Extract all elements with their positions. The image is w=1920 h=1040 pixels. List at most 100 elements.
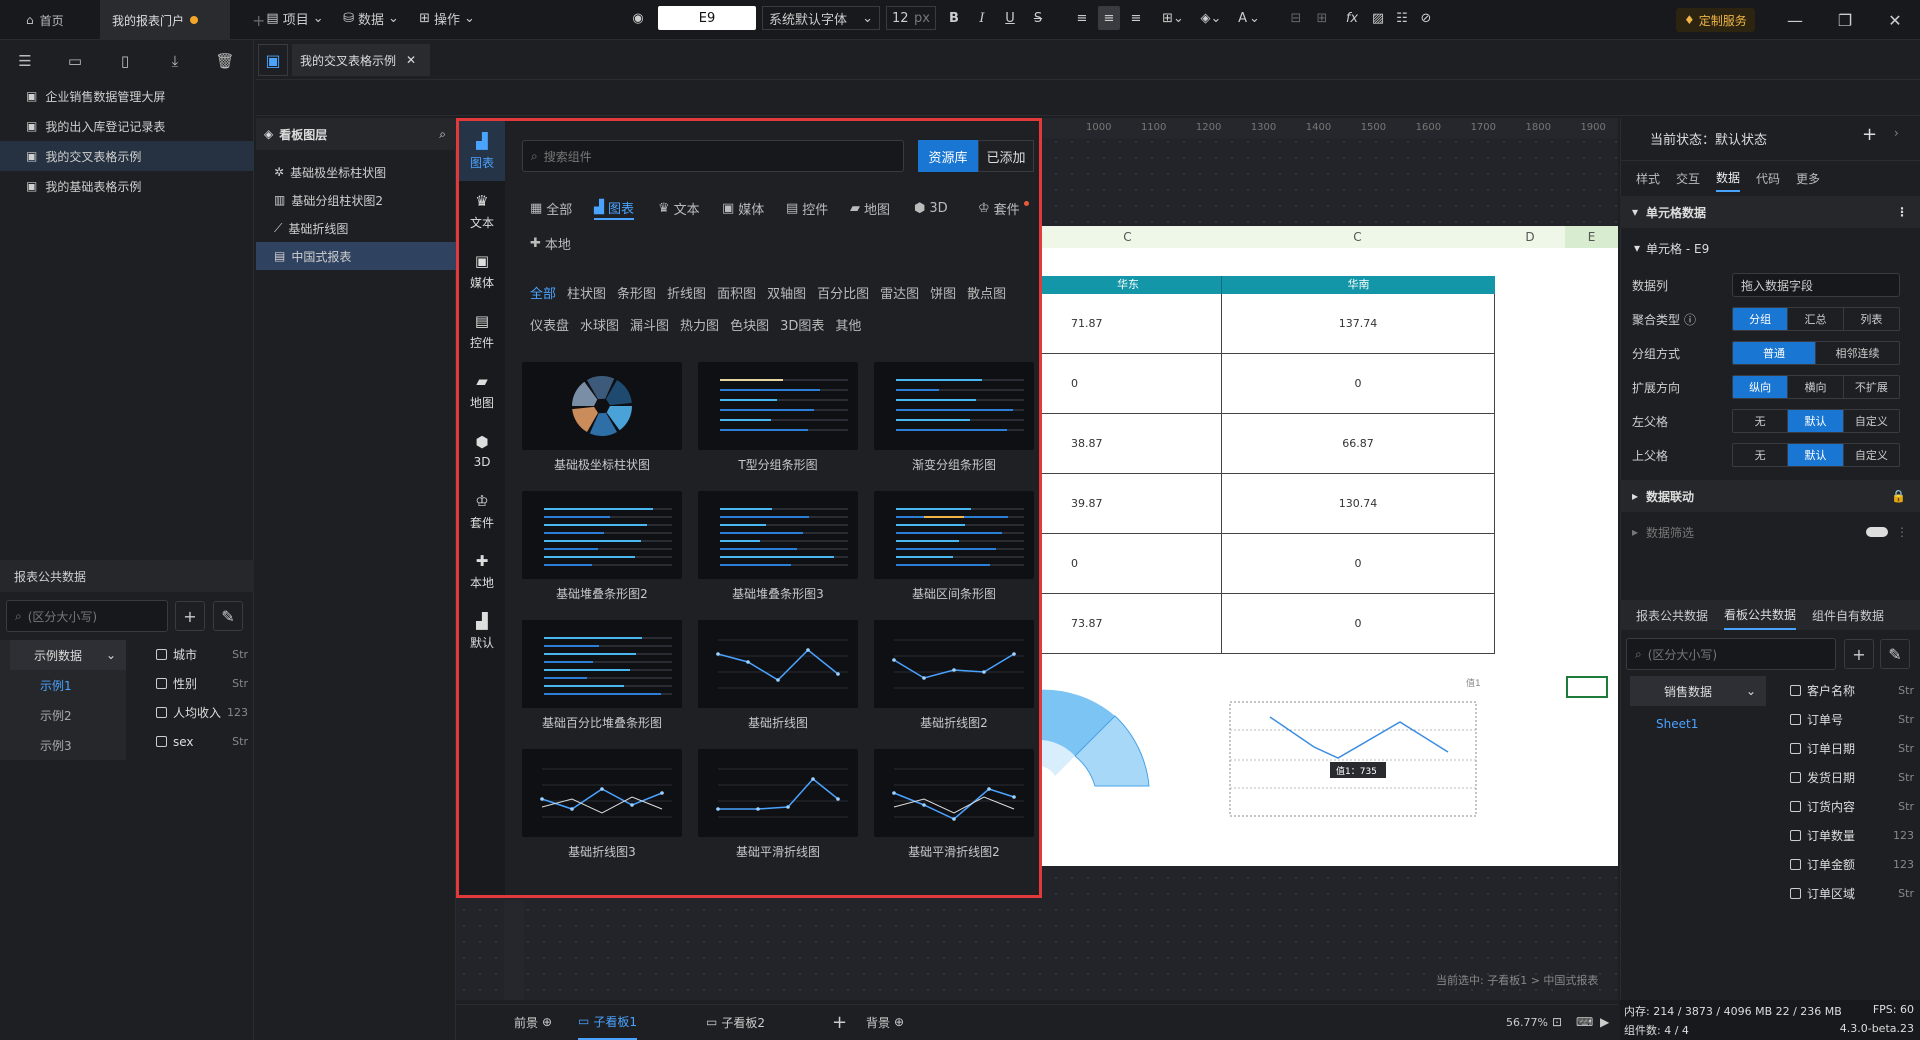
category-default[interactable]: ▟ 默认 (459, 601, 505, 661)
board-field-item[interactable]: 订单数量 123 (1790, 821, 1914, 850)
board-field-item[interactable]: 订单号 Str (1790, 705, 1914, 734)
subcategory-tab[interactable]: 漏斗图 (630, 312, 669, 336)
table-cell[interactable]: 0 (1221, 594, 1495, 653)
underline-button[interactable]: U (1000, 6, 1020, 30)
public-data-search[interactable]: ⌕ (区分大小写) (6, 600, 168, 632)
filter-tab-map[interactable]: ▰ 地图 (850, 196, 890, 220)
align-center-icon[interactable]: ≡ (1098, 6, 1120, 30)
image-icon[interactable]: ▨ (1368, 6, 1388, 30)
category-map[interactable]: ▰ 地图 (459, 361, 505, 421)
subcategory-tab[interactable]: 折线图 (667, 280, 706, 304)
left-parent-custom[interactable]: 自定义 (1844, 410, 1899, 432)
component-card[interactable]: 基础折线图3 (522, 749, 682, 872)
subcategory-tab[interactable]: 柱状图 (567, 280, 606, 304)
group-adjacent-option[interactable]: 相邻连续 (1816, 342, 1899, 364)
table-cell[interactable]: 130.74 (1221, 474, 1495, 533)
formula-button[interactable]: fx (1342, 6, 1362, 30)
field-item[interactable]: 性别 Str (156, 669, 248, 698)
expand-vertical-option[interactable]: 纵向 (1733, 376, 1789, 398)
tab-sub-board-1[interactable]: ▭ 子看板1 (578, 1004, 637, 1040)
edit-board-dataset-button[interactable]: ✎ (1880, 639, 1910, 669)
new-file-icon[interactable]: ▯ (100, 52, 150, 70)
download-icon[interactable]: ⤓ (150, 52, 200, 70)
table-cell[interactable]: 0 (1035, 534, 1221, 593)
field-item[interactable]: 城市 Str (156, 640, 248, 669)
restore-icon[interactable]: ❐ (1822, 0, 1868, 40)
tab-background[interactable]: 背景 ⊕ (866, 1004, 904, 1040)
sidebar-item-sales-dashboard[interactable]: ▣ 企业销售数据管理大屏 (0, 81, 254, 111)
add-circle-icon[interactable]: ⊕ (894, 1015, 904, 1029)
fill-color-icon[interactable]: ◈⌄ (1196, 6, 1226, 30)
cell-data-section[interactable]: ▾ 单元格数据 ⋮ (1620, 196, 1920, 228)
checkbox[interactable] (1790, 859, 1801, 870)
expand-none-option[interactable]: 不扩展 (1844, 376, 1899, 398)
column-header[interactable]: D (1495, 226, 1565, 248)
component-card[interactable]: 基础堆叠条形图2 (522, 491, 682, 614)
category-text[interactable]: ♛ 文本 (459, 181, 505, 241)
component-search-input[interactable]: ⌕ 搜索组件 (522, 140, 904, 172)
checkbox[interactable] (1790, 685, 1801, 696)
layer-item[interactable]: ▤ 中国式报表 (256, 242, 456, 270)
data-column-input[interactable]: 拖入数据字段 (1732, 273, 1900, 297)
expand-horizontal-option[interactable]: 横向 (1788, 376, 1844, 398)
dataset-item[interactable]: 示例1 (0, 670, 126, 700)
category-suite[interactable]: ♔ 套件 (459, 481, 505, 541)
selected-cell[interactable] (1566, 676, 1608, 698)
subcategory-tab[interactable]: 3D图表 (780, 312, 824, 336)
board-field-item[interactable]: 订货内容 Str (1790, 792, 1914, 821)
top-parent-custom[interactable]: 自定义 (1844, 444, 1899, 466)
component-card[interactable]: 基础堆叠条形图3 (698, 491, 858, 614)
resource-library-button[interactable]: 资源库 (918, 140, 978, 172)
tab-crosstab-doc[interactable]: 我的交叉表格示例 ✕ (292, 44, 430, 76)
delete-icon[interactable]: 🗑 (200, 52, 250, 70)
category-local[interactable]: ✚ 本地 (459, 541, 505, 601)
left-parent-none[interactable]: 无 (1733, 410, 1789, 432)
table-cell[interactable]: 73.87 (1035, 594, 1221, 653)
text-color-button[interactable]: A ⌄ (1234, 6, 1264, 30)
column-header[interactable]: C (1220, 226, 1495, 248)
new-folder-icon[interactable]: ▭ (50, 52, 100, 70)
checkbox[interactable] (156, 736, 167, 747)
category-control[interactable]: ▤ 控件 (459, 301, 505, 361)
subcategory-tab[interactable]: 其他 (835, 312, 861, 336)
board-field-item[interactable]: 订单金额 123 (1790, 850, 1914, 879)
filter-tab-suite[interactable]: ♔ 套件 (978, 196, 1029, 220)
add-state-button[interactable]: + (1862, 124, 1877, 145)
header-cell[interactable]: 华东 (1035, 276, 1221, 294)
subcategory-tab[interactable]: 雷达图 (880, 280, 919, 304)
header-cell[interactable]: 华南 (1221, 276, 1495, 294)
close-icon[interactable]: ✕ (1872, 0, 1918, 40)
dataset-item[interactable]: 示例3 (0, 730, 126, 760)
subcategory-tab[interactable]: 全部 (530, 280, 556, 304)
chevron-right-icon[interactable]: › (1894, 126, 1899, 140)
clear-format-icon[interactable]: ⊘ (1416, 6, 1436, 30)
filter-tab-chart[interactable]: ▟ 图表 (594, 196, 635, 220)
tab-foreground[interactable]: 前景 ⊕ (514, 1004, 552, 1040)
cell-subsection[interactable]: ▾ 单元格 - E9 (1634, 236, 1709, 260)
filter-tab-3d[interactable]: ⬢ 3D (914, 196, 948, 220)
filter-tab-text[interactable]: ♛ 文本 (658, 196, 700, 220)
more-icon[interactable]: ⋮ (1896, 525, 1908, 539)
subcategory-tab[interactable]: 水球图 (580, 312, 619, 336)
split-cells-icon[interactable]: ⊞ (1312, 6, 1332, 30)
component-card[interactable]: 基础折线图 (698, 620, 858, 743)
cell-reference-input[interactable]: E9 (658, 6, 756, 30)
layer-item[interactable]: ▥ 基础分组柱状图2 (256, 186, 456, 214)
subcategory-tab[interactable]: 条形图 (617, 280, 656, 304)
subcategory-tab[interactable]: 百分比图 (817, 280, 869, 304)
subcategory-tab[interactable]: 色块图 (730, 312, 769, 336)
filter-tab-media[interactable]: ▣ 媒体 (722, 196, 764, 220)
menu-icon[interactable]: ☰ (0, 52, 50, 70)
add-dataset-button[interactable]: + (175, 601, 205, 631)
table-cell[interactable]: 66.87 (1221, 414, 1495, 473)
keyboard-icon[interactable]: ⌨ (1576, 1004, 1593, 1040)
checkbox[interactable] (1790, 888, 1801, 899)
table-cell[interactable]: 39.87 (1035, 474, 1221, 533)
table-cell[interactable]: 38.87 (1035, 414, 1221, 473)
data-menu[interactable]: ⛁ 数据 ⌄ (338, 6, 404, 30)
component-card[interactable]: 基础平滑折线图 (698, 749, 858, 872)
add-board-button[interactable]: + (832, 1004, 847, 1040)
data-linkage-section[interactable]: ▸ 数据联动 🔒 (1620, 480, 1920, 512)
filter-tab-all[interactable]: ▦ 全部 (530, 196, 572, 220)
sales-dataset-select[interactable]: 销售数据 ⌄ (1630, 676, 1766, 706)
